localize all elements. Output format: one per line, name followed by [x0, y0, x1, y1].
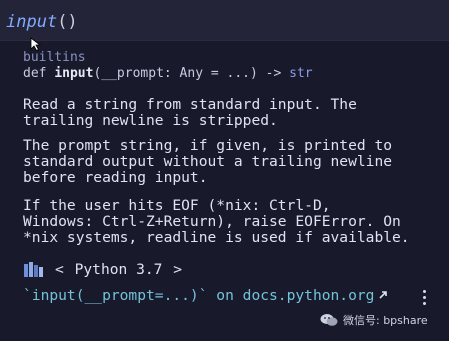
- signature-function-name: input: [54, 66, 94, 81]
- external-docs-link[interactable]: `input(__prompt=...)` on docs.python.org: [23, 286, 388, 304]
- wechat-icon: [320, 314, 338, 326]
- library-icon: [24, 262, 43, 277]
- signature-params: (__prompt: Any = ...): [93, 66, 258, 81]
- def-keyword: def: [23, 66, 55, 81]
- version-label: Python 3.7: [74, 260, 163, 278]
- function-name-token[interactable]: input: [6, 12, 57, 32]
- doc-link-text[interactable]: on docs.python.org: [208, 287, 374, 304]
- watermark: 微信号: bpshare: [320, 310, 428, 330]
- code-expression[interactable]: input(): [6, 12, 78, 32]
- previous-version-button[interactable]: <: [53, 261, 66, 278]
- more-options-icon[interactable]: [420, 290, 428, 310]
- doc-paragraph-1: Read a string from standard input. The t…: [23, 96, 357, 129]
- editor-line[interactable]: input(): [0, 0, 449, 41]
- python-version-selector: < Python 3.7 >: [23, 259, 184, 279]
- doc-paragraph-3: If the user hits EOF (*nix: Ctrl-D, Wind…: [23, 197, 410, 246]
- doc-paragraph-2: The prompt string, if given, is printed …: [23, 137, 393, 186]
- parentheses-token[interactable]: (): [57, 12, 77, 32]
- next-version-button[interactable]: >: [171, 261, 184, 278]
- external-link-icon[interactable]: [378, 290, 388, 300]
- function-signature: def input(__prompt: Any = ...) -> str: [23, 66, 313, 82]
- signature-return-type: str: [289, 66, 313, 81]
- signature-arrow: ->: [257, 66, 290, 81]
- doc-link-code[interactable]: `input(__prompt=...)`: [23, 287, 208, 304]
- mouse-cursor-icon: [30, 37, 42, 51]
- watermark-text: 微信号: bpshare: [343, 314, 428, 327]
- module-name: builtins: [23, 50, 86, 65]
